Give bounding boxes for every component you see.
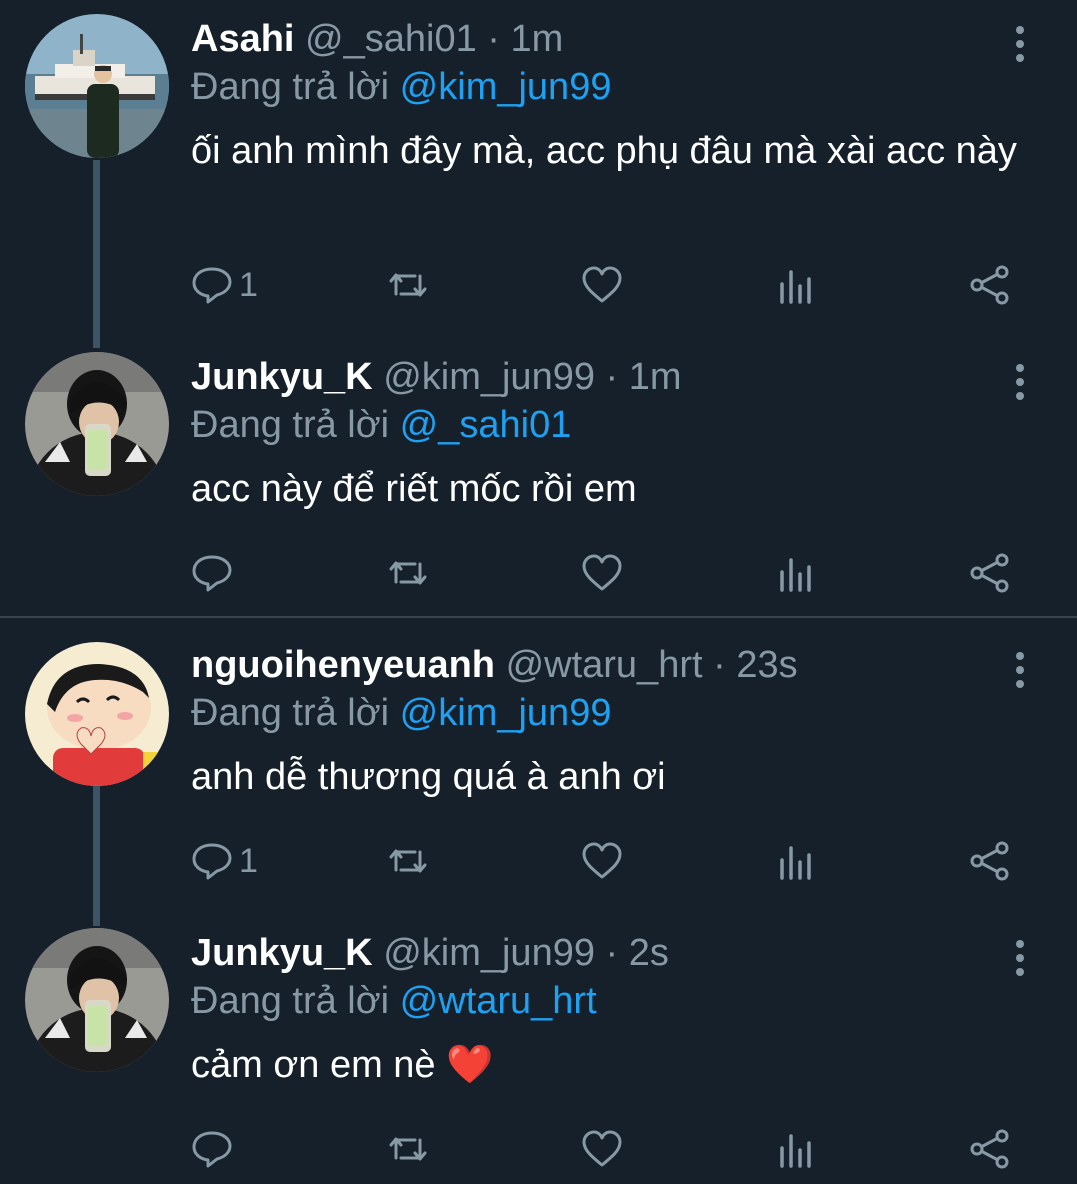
reply-icon	[192, 1131, 232, 1168]
more-icon[interactable]	[1000, 362, 1040, 402]
like-icon	[582, 554, 622, 591]
analytics-icon	[780, 558, 811, 592]
retweet-icon	[389, 273, 427, 297]
tweet-header: nguoihenyeuanh @wtaru_hrt · 23s	[191, 640, 798, 690]
mention-link[interactable]: @wtaru_hrt	[400, 980, 597, 1022]
tweet[interactable]: Junkyu_K @kim_jun99 · 2s Đang trả lời @w…	[0, 928, 1077, 1184]
tweet-actions	[191, 548, 1021, 598]
like-button[interactable]	[581, 1124, 623, 1174]
retweet-button[interactable]	[387, 836, 429, 886]
analytics-button[interactable]	[775, 836, 817, 886]
reply-count: 1	[239, 841, 258, 880]
mention-link[interactable]: @_sahi01	[400, 404, 572, 446]
analytics-button[interactable]	[775, 548, 817, 598]
mention-link[interactable]: @kim_jun99	[400, 692, 612, 734]
analytics-button[interactable]	[775, 1124, 817, 1174]
more-icon[interactable]	[1000, 938, 1040, 978]
replying-to: Đang trả lời @_sahi01	[191, 400, 571, 450]
handle[interactable]: @kim_jun99	[383, 356, 595, 398]
analytics-button[interactable]	[775, 260, 817, 310]
retweet-icon	[389, 561, 427, 585]
reply-icon	[192, 555, 232, 592]
timestamp[interactable]: · 23s	[713, 644, 797, 686]
tweet-actions: 1	[191, 836, 1021, 886]
reply-button[interactable]	[191, 548, 239, 598]
retweet-icon	[389, 1137, 427, 1161]
reply-button[interactable]	[191, 1124, 239, 1174]
reply-icon	[192, 267, 232, 304]
avatar[interactable]	[25, 642, 169, 786]
more-icon[interactable]	[1000, 24, 1040, 64]
display-name[interactable]: Junkyu_K	[191, 932, 373, 974]
replying-prefix: Đang trả lời	[191, 404, 390, 446]
share-button[interactable]	[969, 1124, 1011, 1174]
tweet-text: cảm ơn em nè ❤️	[191, 1040, 1041, 1090]
tweet-header: Junkyu_K @kim_jun99 · 2s	[191, 928, 669, 978]
more-icon[interactable]	[1000, 650, 1040, 690]
like-button[interactable]	[581, 260, 623, 310]
like-icon	[582, 1130, 622, 1167]
reply-button[interactable]: 1	[191, 836, 258, 886]
like-icon	[582, 266, 622, 303]
like-icon	[582, 842, 622, 879]
handle[interactable]: @kim_jun99	[383, 932, 595, 974]
tweet-header: Junkyu_K @kim_jun99 · 1m	[191, 352, 682, 402]
tweet[interactable]: Asahi @_sahi01 · 1m Đang trả lời @kim_ju…	[0, 14, 1077, 334]
tweet-text: anh dễ thương quá à anh ơi	[191, 756, 666, 798]
share-icon	[970, 265, 1009, 305]
retweet-button[interactable]	[387, 260, 429, 310]
replying-to: Đang trả lời @wtaru_hrt	[191, 976, 597, 1026]
like-button[interactable]	[581, 548, 623, 598]
share-icon	[970, 553, 1009, 593]
replying-to: Đang trả lời @kim_jun99	[191, 62, 611, 112]
display-name[interactable]: Asahi	[191, 18, 294, 60]
replying-to: Đang trả lời @kim_jun99	[191, 688, 611, 738]
share-icon	[970, 1129, 1009, 1169]
tweet[interactable]: Junkyu_K @kim_jun99 · 1m Đang trả lời @_…	[0, 352, 1077, 622]
avatar[interactable]	[25, 928, 169, 1072]
share-button[interactable]	[969, 548, 1011, 598]
like-button[interactable]	[581, 836, 623, 886]
tweet-header: Asahi @_sahi01 · 1m	[191, 14, 563, 64]
heart-emoji: ❤️	[446, 1044, 494, 1086]
tweet[interactable]: nguoihenyeuanh @wtaru_hrt · 23s Đang trả…	[0, 640, 1077, 920]
retweet-button[interactable]	[387, 548, 429, 598]
analytics-icon	[780, 1134, 811, 1168]
mention-link[interactable]: @kim_jun99	[400, 66, 612, 108]
timestamp[interactable]: · 1m	[606, 356, 682, 398]
analytics-icon	[780, 270, 811, 304]
retweet-button[interactable]	[387, 1124, 429, 1174]
reply-button[interactable]: 1	[191, 260, 258, 310]
tweet-actions	[191, 1124, 1021, 1174]
handle[interactable]: @_sahi01	[305, 18, 477, 60]
timestamp[interactable]: · 1m	[487, 18, 563, 60]
avatar[interactable]	[25, 352, 169, 496]
avatar[interactable]	[25, 14, 169, 158]
retweet-icon	[389, 849, 427, 873]
reply-icon	[192, 843, 232, 880]
handle[interactable]: @wtaru_hrt	[506, 644, 703, 686]
tweet-text: acc này để riết mốc rồi em	[191, 468, 637, 510]
replying-prefix: Đang trả lời	[191, 66, 390, 108]
replying-prefix: Đang trả lời	[191, 692, 390, 734]
tweet-text: ối anh mình đây mà, acc phụ đâu mà xài a…	[191, 130, 1017, 172]
display-name[interactable]: Junkyu_K	[191, 356, 373, 398]
replying-prefix: Đang trả lời	[191, 980, 390, 1022]
share-button[interactable]	[969, 260, 1011, 310]
display-name[interactable]: nguoihenyeuanh	[191, 644, 495, 686]
timestamp[interactable]: · 2s	[606, 932, 669, 974]
tweet-actions: 1	[191, 260, 1021, 310]
share-icon	[970, 841, 1009, 881]
reply-count: 1	[239, 265, 258, 304]
analytics-icon	[780, 846, 811, 880]
tweet-text-body: cảm ơn em nè	[191, 1044, 436, 1086]
thread-divider	[0, 616, 1077, 618]
share-button[interactable]	[969, 836, 1011, 886]
